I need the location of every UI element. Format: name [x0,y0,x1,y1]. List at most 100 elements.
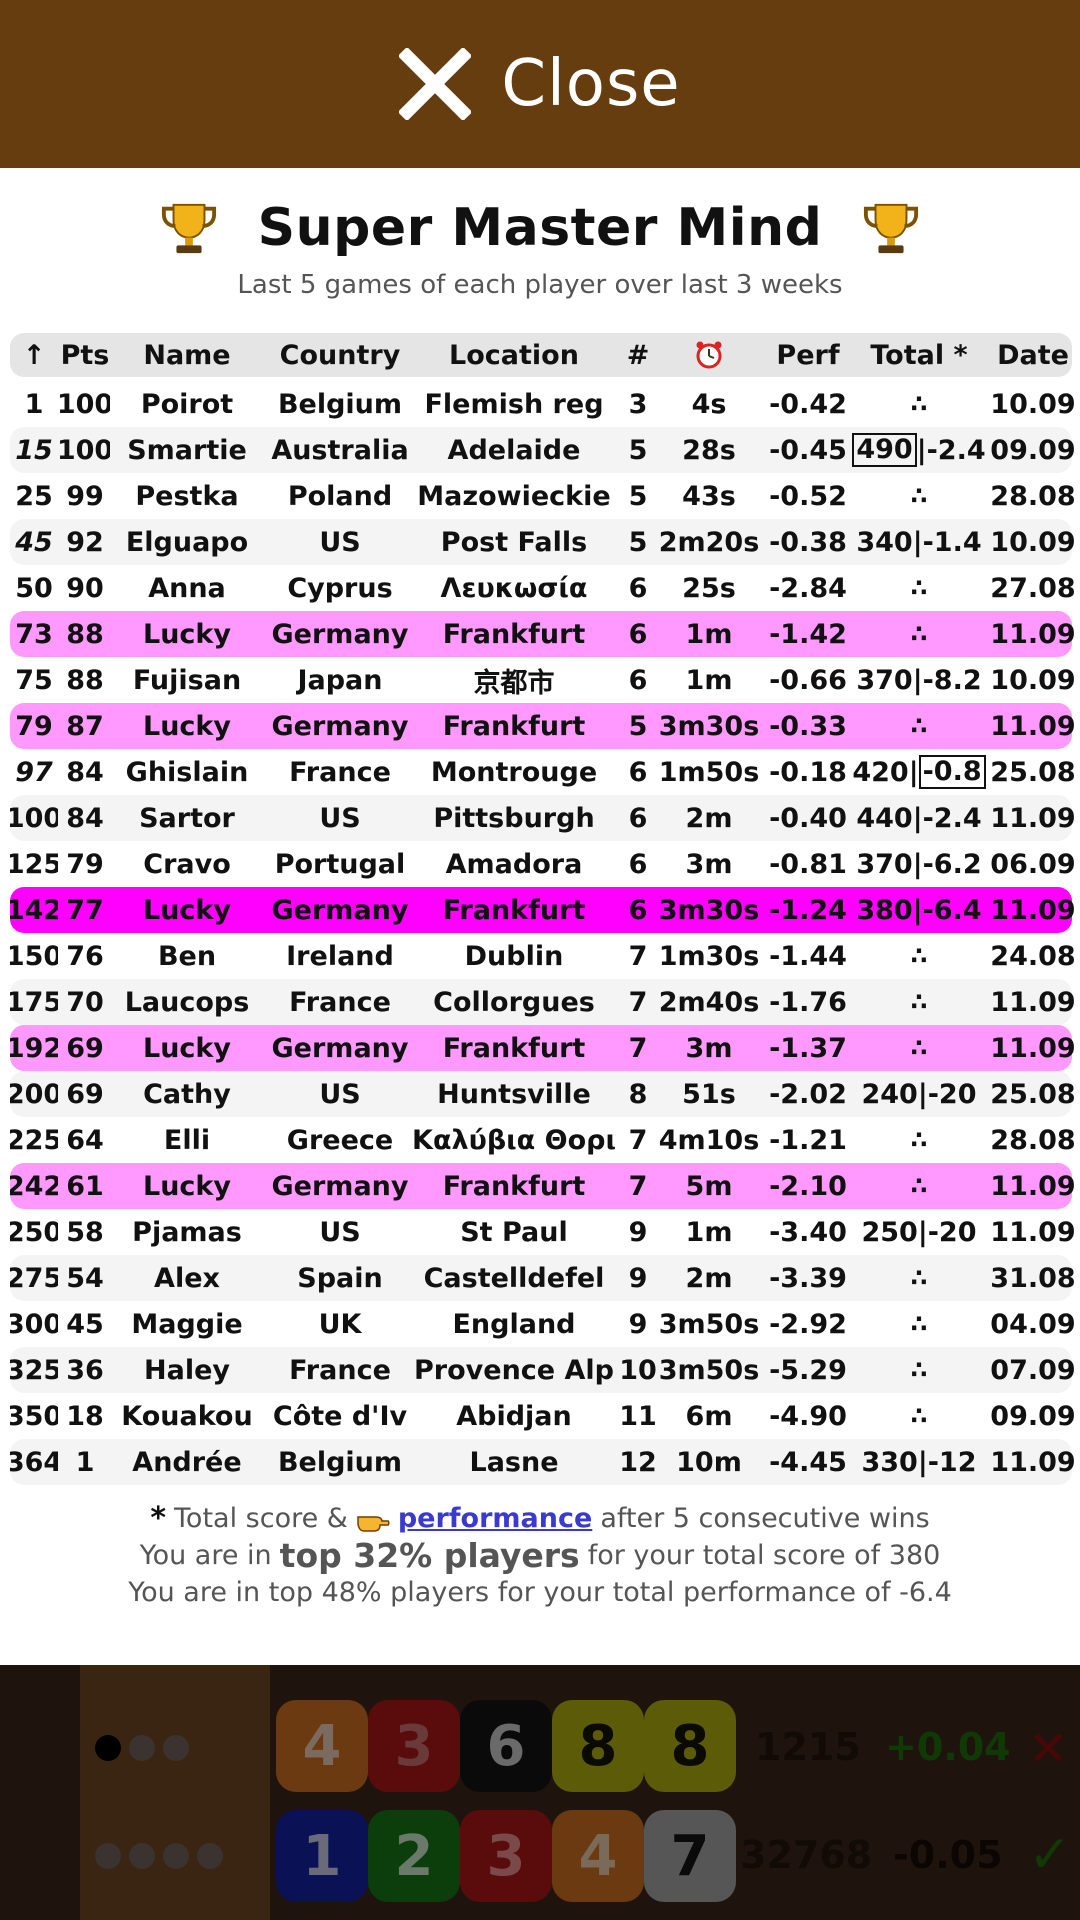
close-button[interactable]: Close [399,47,680,121]
performance-link[interactable]: performance [398,1503,592,1534]
rank-performance-line: You are in top 48% players for your tota… [128,1577,952,1608]
column-header-total[interactable]: Total * [844,333,994,377]
cell-date: 24.08 [990,940,1076,972]
code-peg[interactable]: 3 [460,1810,552,1902]
code-peg[interactable]: 4 [276,1700,368,1792]
cell-date: 25.08 [990,1078,1076,1110]
table-row[interactable]: 364 1 Andrée Belgium Lasne 12 10m -4.45 330|-12 1… [10,1439,1076,1485]
cell-moves: 5 [628,480,648,512]
cell-total: ∴ [910,1264,928,1292]
cell-country: Portugal [274,848,406,880]
code-peg[interactable]: 8 [644,1700,736,1792]
column-header-moves[interactable]: # [618,333,658,377]
cell-total: 380|-6.4 [856,894,982,926]
cell-country: Germany [271,1170,409,1202]
cell-performance: -0.42 [769,388,847,420]
table-row[interactable]: 45 92 Elguapo US Post Falls 5 2m20s -0.38 340|-1… [10,519,1076,565]
cell-name: Lucky [143,894,231,926]
cell-performance: -1.21 [769,1124,847,1156]
cell-time: 1m30s [658,940,760,972]
column-header-time[interactable] [658,333,760,377]
code-peg[interactable]: 3 [368,1700,460,1792]
cell-performance: -0.18 [769,756,847,788]
cell-date: 11.09 [990,986,1076,1018]
cell-location: Adelaide [447,434,581,466]
code-peg[interactable]: 2 [368,1810,460,1902]
cell-name: Maggie [131,1308,243,1340]
table-row[interactable]: 175 70 Laucops France Collorgues 7 2m40s -1.76 ∴… [10,979,1076,1025]
cell-time: 28s [682,434,736,466]
column-header-name[interactable]: Name [112,333,262,377]
table-row[interactable]: 15 100 Smartie Australia Adelaide 5 28s -0.45 49… [10,427,1076,473]
table-row[interactable]: 300 45 Maggie UK England 9 3m50s -2.92 ∴ 04.09 [10,1301,1076,1347]
table-row[interactable]: 350 18 Kouakou Côte d'Iv Abidjan 11 6m -4.90 ∴ 09… [10,1393,1076,1439]
table-row[interactable]: 125 79 Cravo Portugal Amadora 6 3m -0.81 370|-6.… [10,841,1076,887]
cell-points: 69 [66,1032,104,1064]
cell-time: 1m [685,1216,733,1248]
cell-rank: 100 [10,802,58,834]
cell-name: Fujisan [132,664,242,696]
code-peg[interactable]: 6 [460,1700,552,1792]
total-performance: -2.4 [926,434,986,466]
cell-rank: 275 [10,1262,58,1294]
code-peg[interactable]: 4 [552,1810,644,1902]
cell-moves: 6 [628,572,648,604]
table-row[interactable]: 100 84 Sartor US Pittsburgh 6 2m -0.40 440|-2.4 1… [10,795,1076,841]
column-header-location[interactable]: Location [410,333,618,377]
table-row[interactable]: 142 77 Lucky Germany Frankfurt 6 3m30s -1.24 380… [10,887,1076,933]
table-row[interactable]: 192 69 Lucky Germany Frankfurt 7 3m -1.37 ∴ 11.09 [10,1025,1076,1071]
cell-country: Ireland [286,940,394,972]
column-header-performance[interactable]: Perf [762,333,854,377]
page-title: Super Master Mind [257,198,823,258]
cell-location: Λευκωσία [440,572,588,604]
code-peg[interactable]: 8 [552,1700,644,1792]
cell-location: Post Falls [440,526,588,558]
cell-location: Frankfurt [442,894,586,926]
cell-time: 5m [685,1170,733,1202]
column-header-rank[interactable]: ↑ [10,333,58,377]
cell-location: Dublin [464,940,564,972]
table-row[interactable]: 97 84 Ghislain France Montrouge 6 1m50s -0.18 42… [10,749,1076,795]
cell-total: ∴ [910,1310,928,1338]
table-row[interactable]: 79 87 Lucky Germany Frankfurt 5 3m30s -0.33 ∴ 11.… [10,703,1076,749]
table-row[interactable]: 50 90 Anna Cyprus Λευκωσία 6 25s -2.84 ∴ 27.08 [10,565,1076,611]
cell-moves: 7 [628,1124,648,1156]
cell-location: Abidjan [456,1400,572,1432]
cell-time: 3m30s [658,894,760,926]
table-row[interactable]: 200 69 Cathy US Huntsville 8 51s -2.02 240|-20 25… [10,1071,1076,1117]
cell-points: 76 [66,940,104,972]
cell-points: 84 [66,756,104,788]
table-row[interactable]: 73 88 Lucky Germany Frankfurt 6 1m -1.42 ∴ 11.09 [10,611,1076,657]
column-header-date[interactable]: Date [988,333,1078,377]
cell-performance: -0.33 [769,710,847,742]
reject-icon[interactable]: ✕ [1028,1721,1068,1777]
accept-icon[interactable]: ✓ [1028,1825,1072,1885]
cell-date: 28.08 [990,480,1076,512]
table-row[interactable]: 1 100 Poirot Belgium Flemish reg 3 4s -0.42 ∴ 10.… [10,381,1076,427]
code-peg[interactable]: 1 [276,1810,368,1902]
cell-rank: 200 [10,1078,58,1110]
cell-country: Belgium [277,1446,403,1478]
alarm-clock-icon [696,341,722,369]
table-row[interactable]: 150 76 Ben Ireland Dublin 7 1m30s -1.44 ∴ 24.08 [10,933,1076,979]
table-row[interactable]: 275 54 Alex Spain Castelldefel 9 2m -3.39 ∴ 31.08 [10,1255,1076,1301]
table-row[interactable]: 242 61 Lucky Germany Frankfurt 7 5m -2.10 ∴ 11.09 [10,1163,1076,1209]
cell-total: 250|-20 [861,1216,977,1248]
table-row[interactable]: 25 99 Pestka Poland Mazowieckie 5 43s -0.52 ∴ 28.… [10,473,1076,519]
cell-moves: 7 [628,940,648,972]
table-row[interactable]: 75 88 Fujisan Japan 京都市 6 1m -0.66 370|-8.2 10.09 [10,657,1076,703]
cell-total: 240|-20 [861,1078,977,1110]
table-row[interactable]: 250 58 Pjamas US St Paul 9 1m -3.40 250|-20 11.09 [10,1209,1076,1255]
cell-country: Côte d'Iv [272,1400,408,1432]
cell-total: ∴ [910,942,928,970]
column-header-country[interactable]: Country [265,333,415,377]
column-header-points[interactable]: Pts [60,333,110,377]
cell-country: Poland [287,480,393,512]
cell-performance: -2.10 [769,1170,847,1202]
cell-name: Lucky [143,1032,231,1064]
cell-time: 1m50s [658,756,760,788]
cell-total: ∴ [910,620,928,648]
code-peg[interactable]: 7 [644,1810,736,1902]
table-row[interactable]: 325 36 Haley France Provence Alp 10 3m50s -5.29… [10,1347,1076,1393]
table-row[interactable]: 225 64 Elli Greece Καλύβια Θορι 7 4m10s -1.21 ∴ 2… [10,1117,1076,1163]
